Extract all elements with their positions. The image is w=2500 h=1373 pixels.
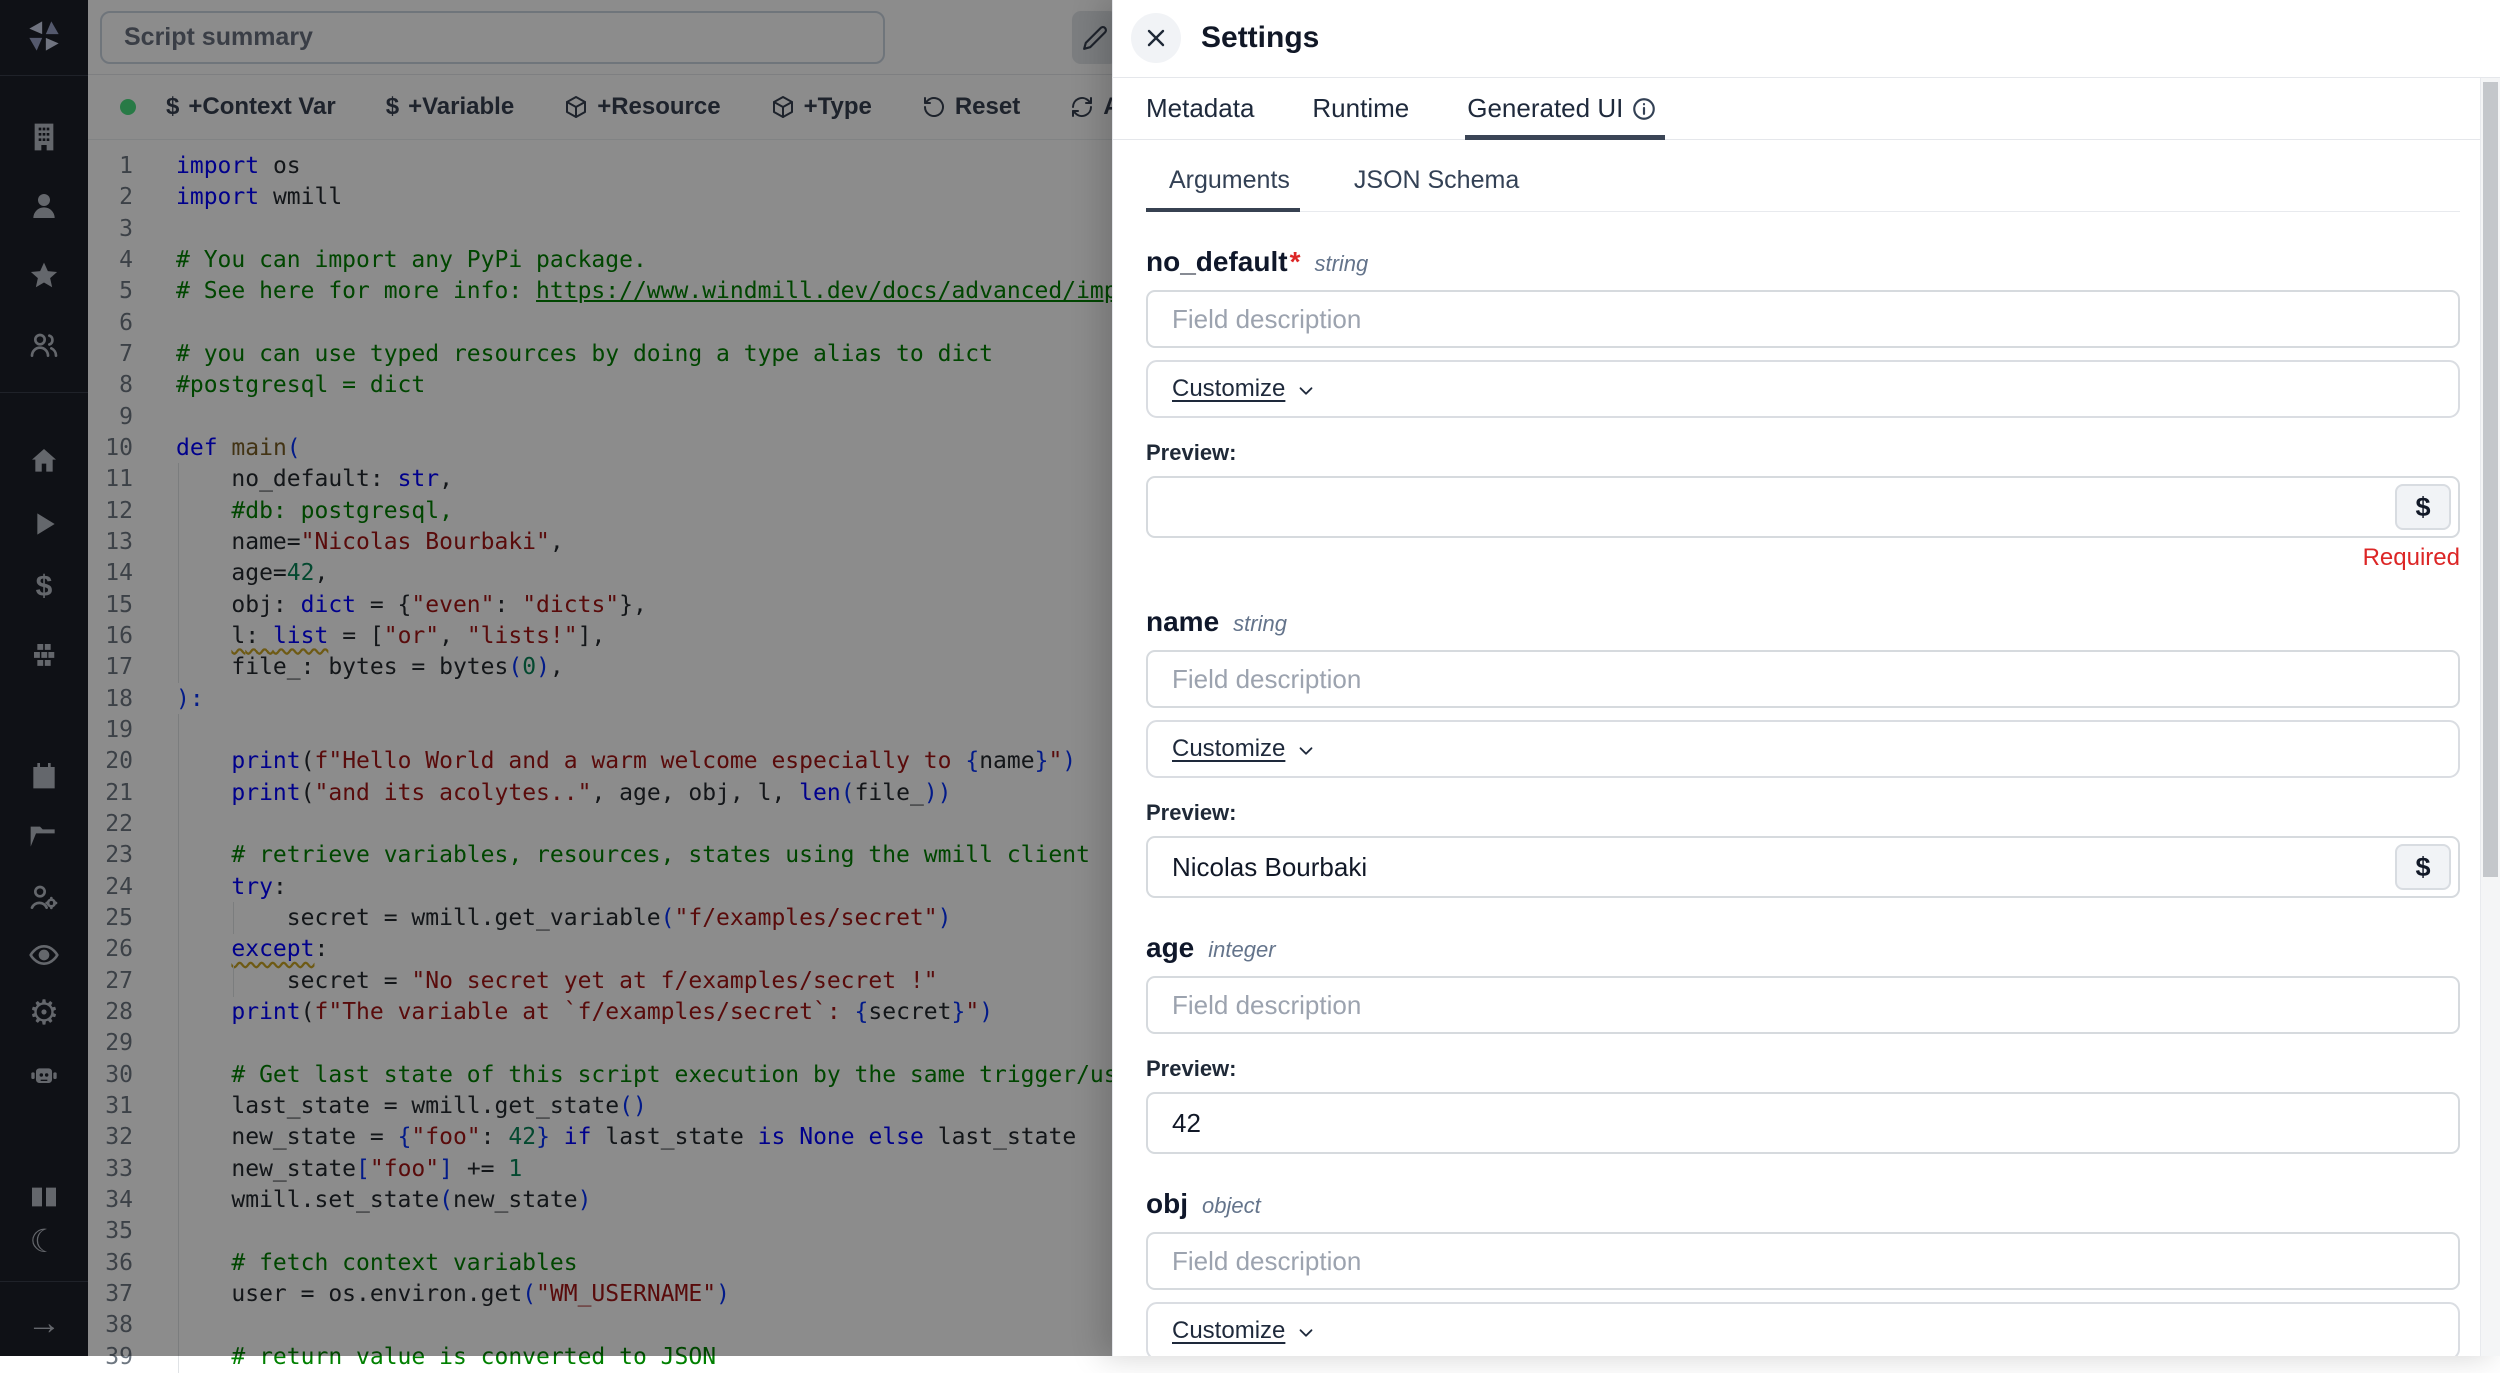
generated-ui-subtabs: Arguments JSON Schema bbox=[1146, 166, 2460, 212]
customize-label: Customize bbox=[1172, 1317, 1285, 1345]
arg-name: age bbox=[1146, 932, 1194, 964]
info-icon bbox=[1631, 96, 1657, 122]
settings-drawer: Settings Metadata Runtime Generated UI Arg… bbox=[1112, 0, 2500, 1356]
dollar-toggle-button[interactable]: $ bbox=[2395, 484, 2451, 530]
subtab-json-schema[interactable]: JSON Schema bbox=[1354, 166, 1519, 211]
drawer-header: Settings bbox=[1113, 0, 2500, 78]
arg-section-obj: objobjectCustomizePreview:1{2 "even": "d… bbox=[1146, 1188, 2460, 1356]
arg-section-name: name string Customize Preview: $ bbox=[1146, 606, 2460, 898]
close-icon[interactable] bbox=[1131, 13, 1181, 63]
customize-label: Customize bbox=[1172, 735, 1285, 763]
customize-toggle[interactable]: Customize bbox=[1146, 720, 2460, 778]
customize-toggle[interactable]: Customize bbox=[1146, 360, 2460, 418]
settings-tabs: Metadata Runtime Generated UI bbox=[1113, 78, 2500, 140]
preview-label: Preview: bbox=[1146, 440, 2460, 466]
chevron-down-icon bbox=[1295, 737, 1317, 762]
tab-runtime[interactable]: Runtime bbox=[1312, 78, 1409, 140]
preview-label: Preview: bbox=[1146, 1056, 2460, 1082]
arguments-list: no_default* string Customize Preview: $ Requi… bbox=[1146, 246, 2460, 1356]
arg-type: string bbox=[1233, 611, 1287, 637]
arg-name: no_default bbox=[1146, 246, 1288, 278]
drawer-body: Arguments JSON Schema no_default* string Cu… bbox=[1113, 140, 2500, 1356]
scrollbar-thumb[interactable] bbox=[2483, 82, 2498, 877]
tab-label: Generated UI bbox=[1467, 93, 1623, 124]
dollar-toggle-button[interactable]: $ bbox=[2395, 844, 2451, 890]
arg-header: name string bbox=[1146, 606, 2460, 638]
required-asterisk: * bbox=[1290, 246, 1301, 278]
chevron-down-icon bbox=[1295, 1319, 1317, 1344]
preview-input[interactable] bbox=[1146, 1092, 2460, 1154]
preview-field: $ bbox=[1146, 476, 2460, 538]
arg-name: name bbox=[1146, 606, 1219, 638]
dim-overlay bbox=[0, 0, 1112, 1356]
chevron-down-icon bbox=[1295, 377, 1317, 402]
preview-label: Preview: bbox=[1146, 800, 2460, 826]
required-message: Required bbox=[1146, 544, 2460, 572]
customize-toggle[interactable]: Customize bbox=[1146, 1302, 2460, 1356]
tab-label: Metadata bbox=[1146, 93, 1254, 124]
customize-label: Customize bbox=[1172, 375, 1285, 403]
tab-label: Runtime bbox=[1312, 93, 1409, 124]
subtab-arguments[interactable]: Arguments bbox=[1169, 166, 1290, 211]
arg-section-no_default: no_default* string Customize Preview: $ Requi… bbox=[1146, 246, 2460, 572]
arg-type: integer bbox=[1208, 937, 1275, 963]
arg-header: no_default* string bbox=[1146, 246, 2460, 278]
preview-field: $ bbox=[1146, 836, 2460, 898]
scrollbar[interactable] bbox=[2480, 78, 2500, 1356]
field-description-input[interactable] bbox=[1146, 650, 2460, 708]
preview-input[interactable] bbox=[1146, 836, 2460, 898]
arg-type: object bbox=[1202, 1193, 1261, 1219]
field-description-input[interactable] bbox=[1146, 976, 2460, 1034]
tab-metadata[interactable]: Metadata bbox=[1146, 78, 1254, 140]
arg-header: age integer bbox=[1146, 932, 2460, 964]
field-description-input[interactable] bbox=[1146, 290, 2460, 348]
page-title: Settings bbox=[1201, 21, 1319, 55]
arg-header: obj object bbox=[1146, 1188, 2460, 1220]
arg-type: string bbox=[1314, 251, 1368, 277]
tab-generated-ui[interactable]: Generated UI bbox=[1467, 78, 1657, 140]
field-description-input[interactable] bbox=[1146, 1232, 2460, 1290]
arg-section-age: age integer Preview: bbox=[1146, 932, 2460, 1154]
arg-name: obj bbox=[1146, 1188, 1188, 1220]
preview-field bbox=[1146, 1092, 2460, 1154]
preview-input[interactable] bbox=[1146, 476, 2460, 538]
